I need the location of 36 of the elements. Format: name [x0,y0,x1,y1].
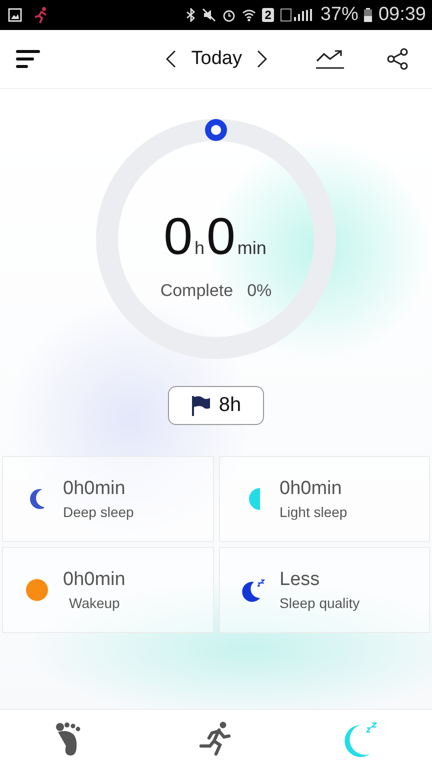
complete-percent: 0% [247,281,272,301]
previous-day-icon[interactable] [165,49,178,69]
circle-icon [26,579,48,601]
stat-label: Sleep quality [280,595,360,611]
trend-chart-icon[interactable] [316,48,344,70]
date-label: Today [191,48,242,70]
wifi-icon [242,8,256,22]
alarm-icon [222,8,236,22]
stat-label: Light sleep [280,504,348,520]
battery-percent: 37% [320,4,358,26]
hours-unit: h [194,238,204,259]
stat-label: Deep sleep [63,504,134,520]
menu-icon[interactable] [16,49,42,69]
mute-icon [202,8,216,22]
progress-handle [205,119,227,141]
sleeping-moon-icon [242,578,266,602]
clock-time: 09:39 [378,4,426,26]
next-day-icon[interactable] [256,49,268,69]
complete-label: Complete [160,281,234,301]
goal-button[interactable]: 8h [168,386,264,425]
stat-value: 0h0min [63,478,126,500]
signal-icon [280,8,314,22]
battery-icon [364,8,372,22]
stat-value: 0h0min [63,569,126,591]
sim-badge: 2 [262,8,274,22]
crescent-moon-icon [30,488,44,510]
gallery-icon [8,8,22,22]
flag-icon [190,394,211,416]
bluetooth-icon [186,8,196,22]
hours-value: 0 [164,207,192,267]
stat-value: 0h0min [280,478,343,500]
minutes-value: 0 [206,207,236,267]
minutes-unit: min [237,238,266,259]
share-icon[interactable] [386,47,410,71]
stat-label: Wakeup [68,595,121,611]
stat-value: Less [280,569,321,591]
